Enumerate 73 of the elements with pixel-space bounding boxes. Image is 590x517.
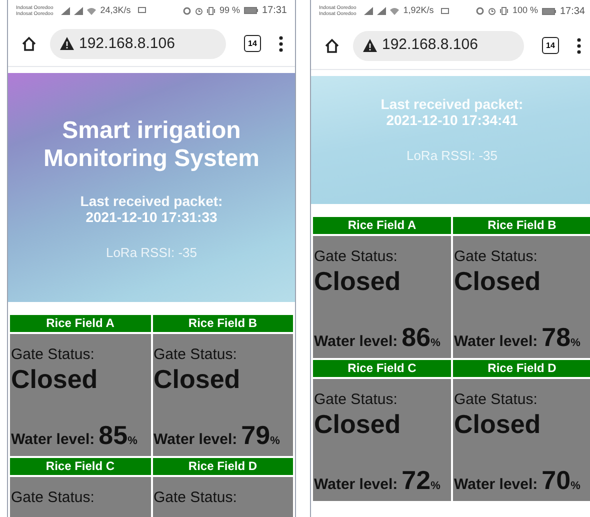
gate-status-value: Closed: [454, 266, 542, 296]
warning-icon: [363, 39, 377, 52]
packet-time: 2021-12-10 17:34:41: [386, 112, 518, 128]
field-header: Rice Field B: [152, 315, 293, 332]
water-level-value: 78: [542, 321, 571, 354]
tab-count-button[interactable]: 14: [542, 37, 559, 54]
percent-unit: %: [570, 479, 580, 494]
page-title: Smart irrigation Monitoring System: [42, 117, 260, 174]
field-header: Rice Field C: [313, 360, 451, 377]
gate-status-label: Gate Status:: [154, 346, 238, 364]
battery-percent: 99 %: [219, 4, 240, 17]
clock-time: 17:34: [560, 4, 585, 18]
url-text: 192.168.8.106: [382, 35, 478, 56]
notification-icon: [440, 8, 449, 14]
water-level-label: Water level:: [314, 475, 398, 495]
water-level-label: Water level:: [154, 430, 238, 450]
field-header: Rice Field B: [453, 217, 590, 234]
percent-unit: %: [128, 434, 138, 449]
wifi-icon: [390, 7, 400, 15]
water-level-value: 72: [402, 464, 431, 497]
field-header: Rice Field D: [152, 458, 293, 475]
percent-unit: %: [270, 434, 280, 449]
battery-percent: 100 %: [512, 4, 538, 18]
alarm-icon: [488, 7, 496, 15]
battery-icon: [244, 7, 258, 14]
gate-status-label: Gate Status:: [314, 391, 398, 409]
field-header: Rice Field C: [10, 458, 150, 475]
field-header: Rice Field A: [10, 315, 150, 332]
rssi-reading: LoRa RSSI: -35: [406, 147, 498, 165]
percent-unit: %: [430, 479, 440, 494]
gate-status-value: Closed: [11, 364, 99, 394]
url-text: 192.168.8.106: [79, 34, 175, 54]
field-header: Rice Field D: [453, 360, 590, 377]
menu-icon[interactable]: [577, 38, 581, 54]
network-speed: 24,3K/s: [100, 4, 131, 17]
gate-status-label: Gate Status:: [11, 346, 96, 364]
gate-status-value: Closed: [454, 409, 542, 439]
gate-status-label: Gate Status:: [11, 489, 96, 507]
water-level-value: 85: [98, 419, 128, 452]
gate-status-label: Gate Status:: [154, 489, 238, 507]
field-header: Rice Field A: [313, 217, 451, 234]
network-speed: 1,92K/s: [403, 4, 434, 18]
water-level-label: Water level:: [314, 332, 398, 352]
alarm-icon: [195, 6, 204, 15]
notification-icon: [138, 7, 146, 14]
water-level-label: Water level:: [454, 475, 538, 495]
address-bar[interactable]: 192.168.8.106: [353, 30, 524, 60]
gate-status-value: Closed: [154, 364, 242, 394]
packet-label: Last received packet:: [380, 96, 524, 112]
water-level-value: 79: [241, 419, 270, 452]
address-bar[interactable]: 192.168.8.106: [50, 28, 226, 59]
wifi-icon: [87, 6, 96, 15]
packet-time: 2021-12-10 17:31:33: [86, 209, 218, 226]
percent-unit: %: [570, 336, 580, 351]
gate-status-label: Gate Status:: [454, 248, 538, 266]
percent-unit: %: [430, 336, 440, 351]
battery-icon: [542, 8, 556, 14]
water-level-label: Water level:: [454, 332, 538, 352]
rssi-reading: LoRa RSSI: -35: [106, 244, 198, 262]
water-level-value: 70: [542, 464, 571, 497]
menu-icon[interactable]: [279, 36, 283, 52]
vibrate-icon: [500, 7, 508, 15]
gate-status-value: Closed: [314, 409, 402, 439]
water-level-value: 86: [402, 321, 431, 354]
vibrate-icon: [207, 6, 216, 15]
water-level-label: Water level:: [11, 430, 95, 450]
tab-count-button[interactable]: 14: [244, 35, 261, 52]
gate-status-label: Gate Status:: [314, 248, 398, 266]
warning-icon: [60, 37, 74, 50]
gate-status-label: Gate Status:: [454, 391, 538, 409]
gate-status-value: Closed: [314, 266, 402, 296]
clock-time: 17:31: [262, 4, 287, 18]
packet-label: Last received packet:: [80, 193, 223, 210]
